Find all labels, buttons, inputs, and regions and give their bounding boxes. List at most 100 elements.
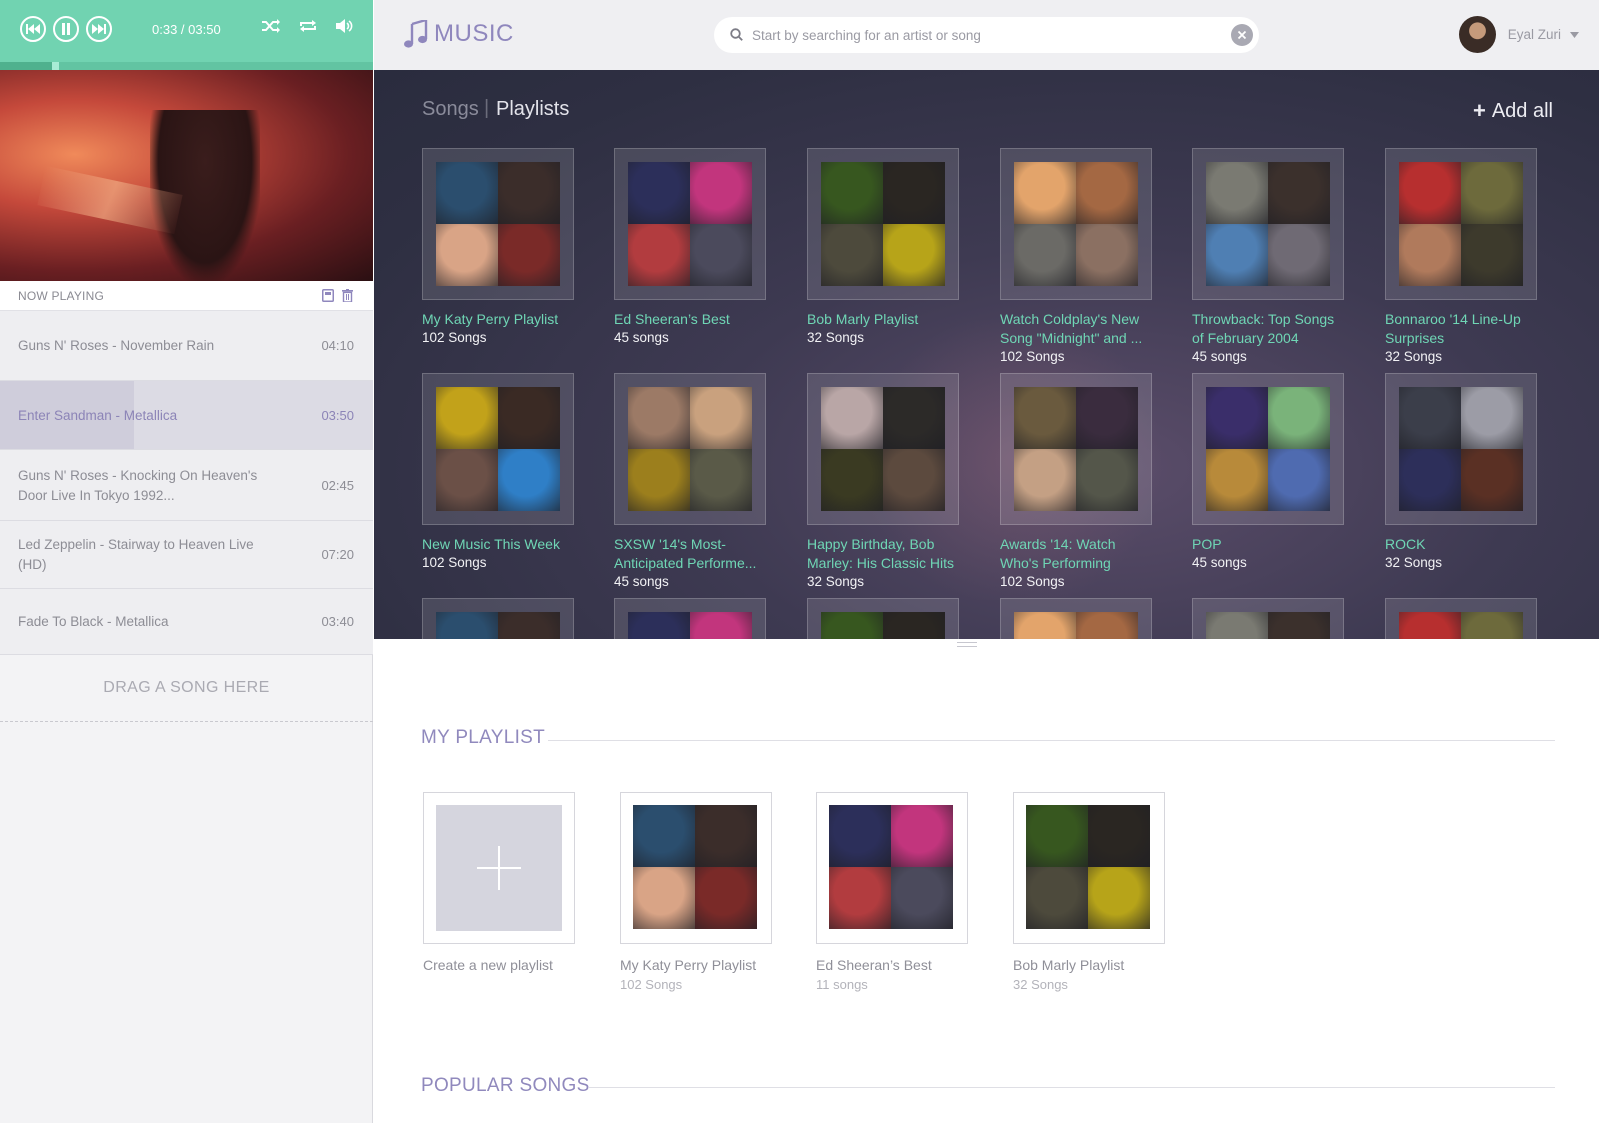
my-playlist-card[interactable]: My Katy Perry Playlist 102 Songs [620,792,772,994]
playlist-thumbnail [807,373,959,525]
now-playing-header: NOW PLAYING [0,281,373,311]
playlist-card[interactable]: Ed Sheeran’s Best 45 songs [614,148,766,347]
playlist-collage-tile [436,449,498,511]
my-playlist-song-count: 32 Songs [1013,977,1068,992]
playlist-card[interactable]: Watch Coldplay's New Song "Midnight" and… [1000,148,1152,366]
clear-search-button[interactable] [1231,24,1253,46]
my-playlist-thumbnail [620,792,772,944]
my-playlist-card[interactable]: Bob Marly Playlist 32 Songs [1013,792,1165,994]
queue-item[interactable]: Enter Sandman - Metallica 03:50 [0,381,373,450]
playlist-card-partial[interactable] [1192,598,1344,639]
playlist-collage-tile [1088,867,1150,929]
playlist-collage-tile [1461,387,1523,449]
playlist-collage [829,805,953,929]
save-icon[interactable] [322,289,334,302]
queue-item[interactable]: Guns N' Roses - November Rain 04:10 [0,311,373,381]
playlist-card[interactable]: New Music This Week 102 Songs [422,373,574,572]
playlist-card-partial[interactable] [422,598,574,639]
playlist-song-count: 45 songs [614,574,669,589]
playlist-collage [1399,162,1523,286]
my-playlist-title: Ed Sheeran’s Best [816,957,932,973]
playlist-thumbnail [1385,373,1537,525]
logo[interactable]: MUSIC [404,20,514,48]
playlist-collage [821,387,945,511]
my-playlist-song-count: 102 Songs [620,977,683,992]
playlist-collage-tile [690,612,752,639]
create-playlist-thumb [423,792,575,944]
playlist-card[interactable]: ROCK 32 Songs [1385,373,1537,572]
playlist-card[interactable]: SXSW '14's Most-Anticipated Performe... 4… [614,373,766,591]
tab-separator: | [484,97,490,119]
queue-item[interactable]: Led Zeppelin - Stairway to Heaven Live (… [0,521,373,589]
user-menu[interactable]: Eyal Zuri [1458,16,1579,53]
playlist-song-count: 102 Songs [422,555,487,570]
playlist-collage [436,387,560,511]
my-playlist-card[interactable]: Ed Sheeran’s Best 11 songs [816,792,968,994]
playlist-collage-tile [821,224,883,286]
playlist-card[interactable]: Happy Birthday, Bob Marley: His Classic … [807,373,959,591]
queue-item-title: Guns N' Roses - November Rain [18,338,215,353]
playlist-collage [628,162,752,286]
playlist-card-partial[interactable] [807,598,959,639]
progress-bar[interactable] [0,62,373,70]
playlist-card[interactable]: Throwback: Top Songs of February 2004 45 … [1192,148,1344,366]
playlist-collage-tile [1399,162,1461,224]
playlist-card[interactable]: Bonnaroo '14 Line-Up Surprises 32 Songs [1385,148,1537,366]
playlist-card-partial[interactable] [1385,598,1537,639]
playlist-card[interactable]: My Katy Perry Playlist 102 Songs [422,148,574,347]
trash-icon[interactable] [342,289,353,302]
top-header: MUSIC Eyal Zuri [374,0,1599,70]
playlist-song-count: 45 songs [1192,555,1247,570]
chevron-down-icon [1570,31,1579,38]
my-playlist-title: My Katy Perry Playlist [620,957,757,973]
playlist-collage-tile [1399,224,1461,286]
playlist-collage-tile [821,449,883,511]
playlist-card[interactable]: Bob Marly Playlist 32 Songs [807,148,959,347]
playlist-title: POP [1192,536,1222,552]
playlist-collage [1026,805,1150,929]
playlist-collage-tile [633,805,695,867]
previous-button[interactable] [20,16,46,42]
avatar [1458,16,1496,53]
section-divider [548,740,1555,741]
playlist-collage [821,612,945,639]
drop-zone[interactable]: DRAG A SONG HERE [0,655,373,722]
playlist-card[interactable]: Awards '14: Watch Who's Performing 102 So… [1000,373,1152,591]
user-name: Eyal Zuri [1507,27,1561,42]
playlist-collage-tile [821,162,883,224]
shuffle-icon[interactable] [262,19,280,33]
queue-item[interactable]: Guns N' Roses - Knocking On Heaven's Doo… [0,450,373,521]
playlist-title: Watch Coldplay's New Song "Midnight" and… [1000,311,1143,346]
playlist-collage-tile [1014,162,1076,224]
playlist-thumbnail [422,598,574,639]
playlist-collage-tile [1461,612,1523,639]
repeat-icon[interactable] [299,19,317,33]
playlist-card-partial[interactable] [614,598,766,639]
playlist-collage [1206,162,1330,286]
video-player[interactable] [0,70,373,281]
progress-handle[interactable] [52,62,60,70]
sidebar: 0:33 / 03:50 NOW PLAYING Guns N' Roses -… [0,0,373,1123]
volume-icon[interactable] [336,19,353,33]
next-button[interactable] [86,16,112,42]
queue-item-title: Guns N' Roses - Knocking On Heaven's Doo… [18,467,258,503]
my-playlist-song-count: 11 songs [816,977,868,992]
queue-item[interactable]: Fade To Black - Metallica 03:40 [0,589,373,655]
playlist-song-count: 32 Songs [807,574,865,589]
playlist-collage-tile [1026,867,1088,929]
playlist-collage-tile [628,224,690,286]
playlist-card[interactable]: POP 45 songs [1192,373,1344,572]
pause-button[interactable] [53,16,79,42]
playlist-collage-tile [498,449,560,511]
create-playlist-card[interactable]: Create a new playlist [423,792,575,975]
queue-item-title: Enter Sandman - Metallica [18,407,178,423]
tab-songs[interactable]: Songs [422,98,479,121]
playlist-collage-tile [883,162,945,224]
playlist-card-partial[interactable] [1000,598,1152,639]
search-input[interactable] [752,25,1212,45]
playlist-thumbnail [1000,373,1152,525]
playlist-collage-tile [690,224,752,286]
resize-handle[interactable] [957,642,977,647]
tab-playlists[interactable]: Playlists [496,98,569,121]
add-all-button[interactable]: + Add all [1473,98,1553,124]
